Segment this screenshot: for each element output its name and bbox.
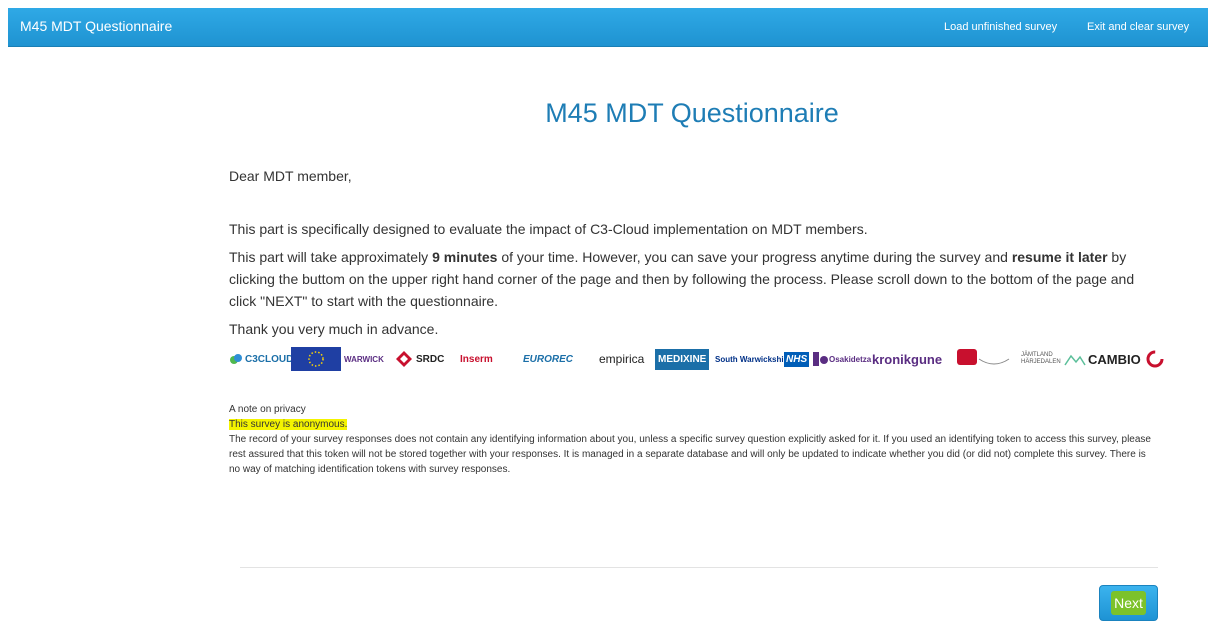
partner-logos-strip: C3CLOUD WARWICK SRDC Inserm EUROREC empi… (229, 344, 1164, 376)
load-unfinished-survey-link[interactable]: Load unfinished survey (944, 21, 1057, 33)
orebro-university-seal-logo (951, 344, 1011, 374)
warwick-logo: WARWICK (344, 354, 384, 364)
exit-and-clear-survey-link[interactable]: Exit and clear survey (1087, 21, 1189, 33)
eurorec-logo: EUROREC (523, 353, 574, 365)
next-button[interactable]: Next (1099, 585, 1158, 621)
anonymous-notice: This survey is anonymous. (229, 419, 348, 430)
c3cloud-logo: C3CLOUD (229, 344, 293, 374)
divider (240, 567, 1158, 568)
top-navbar: M45 MDT Questionnaire Load unfinished su… (8, 8, 1208, 47)
cambio-logo: CAMBIO (1064, 344, 1165, 374)
instructions-paragraph: This part will take approximately 9 minu… (229, 249, 1135, 309)
privacy-heading: A note on privacy (229, 404, 306, 415)
eu-flag-logo (291, 344, 341, 374)
diamond-icon (396, 351, 412, 367)
srdc-logo: SRDC (395, 344, 444, 374)
osakidetza-logo: Osakidetza (829, 354, 872, 364)
kronikgune-logo: kronikgune (872, 351, 943, 367)
cloud-icon (230, 354, 242, 364)
thanks-text: Thank you very much in advance. (229, 321, 439, 337)
greeting: Dear MDT member, (229, 168, 352, 184)
inserm-logo: Inserm (460, 353, 493, 365)
intro-paragraph: This part is specifically designed to ev… (229, 221, 868, 237)
medixine-logo: MEDIXINE (655, 344, 710, 374)
next-button-label: Next (1111, 591, 1146, 615)
c-icon (1146, 350, 1164, 368)
nhs-logo: NHS (784, 344, 829, 374)
empirica-logo: empirica (599, 352, 645, 366)
privacy-body: The record of your survey responses does… (229, 434, 1151, 475)
south-warwickshire-logo: South Warwickshire (715, 354, 792, 364)
arrows-icon (813, 352, 829, 366)
mountains-icon (1064, 354, 1086, 366)
jamtland-harjedalen-logo: JÄMTLAND HÄRJEDALEN (1021, 352, 1061, 365)
app-title[interactable]: M45 MDT Questionnaire (20, 18, 172, 34)
page-title: M45 MDT Questionnaire (545, 98, 839, 128)
